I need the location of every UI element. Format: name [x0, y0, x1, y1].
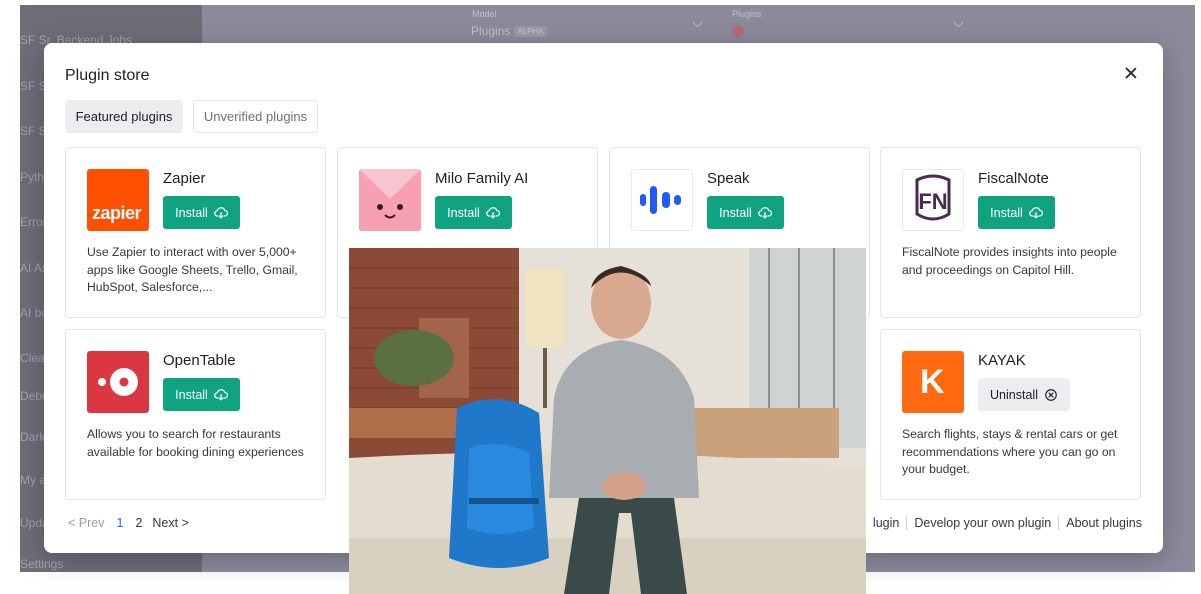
develop-plugin-link[interactable]: Develop your own plugin — [914, 516, 1051, 530]
fiscalnote-logo-icon: FN — [902, 169, 964, 231]
about-plugins-link[interactable]: About plugins — [1066, 516, 1142, 530]
cloud-download-icon — [213, 206, 228, 218]
cloud-download-icon — [213, 388, 228, 400]
plugin-name: Speak — [707, 170, 750, 187]
screenshot-stage: SF Sr. Backend Jobs SF St... SF St... Py… — [0, 0, 1201, 594]
tab-featured-plugins[interactable]: Featured plugins — [65, 100, 183, 133]
plugin-card-opentable: OpenTable Install Allows you to search f… — [65, 329, 326, 500]
divider — [1058, 516, 1060, 530]
uninstall-button[interactable]: Uninstall — [978, 378, 1070, 411]
plugin-description: Use Zapier to interact with over 5,000+ … — [87, 245, 298, 295]
sidebar-item-settings[interactable]: Settings — [20, 557, 63, 571]
plugin-description: Search flights, stays & rental cars or g… — [902, 427, 1118, 477]
kayak-logo-icon: K — [902, 351, 964, 413]
pagination: < Prev 1 2 Next > — [68, 516, 189, 530]
person-photo-illustration — [349, 248, 866, 594]
plugin-card-zapier: zapier Zapier Install Use Zapier to inte… — [65, 147, 326, 318]
plugins-label: Plugins — [732, 9, 762, 19]
chevron-down-icon — [953, 17, 964, 28]
install-button[interactable]: Install — [978, 196, 1055, 229]
plugin-name: Zapier — [163, 170, 206, 187]
plugin-name: KAYAK — [978, 352, 1026, 369]
model-value[interactable]: Plugins ALPHA — [471, 24, 547, 38]
install-button[interactable]: Install — [163, 378, 240, 411]
plugin-description: Allows you to search for restaurants ava… — [87, 427, 304, 459]
plugin-card-fiscalnote: FN FiscalNote Install FiscalNote provide… — [880, 147, 1141, 318]
speak-logo-icon — [631, 169, 693, 231]
alpha-badge: ALPHA — [514, 26, 547, 37]
install-button[interactable]: Install — [163, 196, 240, 229]
page-2-button[interactable]: 2 — [135, 516, 142, 530]
modal-title: Plugin store — [65, 67, 150, 84]
install-unverified-plugin-link[interactable]: lugin — [873, 516, 899, 530]
svg-text:FN: FN — [918, 189, 947, 214]
cloud-download-icon — [485, 206, 500, 218]
page-1-button[interactable]: 1 — [116, 516, 123, 530]
tab-unverified-plugins[interactable]: Unverified plugins — [193, 100, 318, 133]
opentable-logo-icon — [87, 351, 149, 413]
plugin-card-kayak: K KAYAK Uninstall Search flights, stays … — [880, 329, 1141, 500]
divider — [906, 516, 908, 530]
plugin-name: Milo Family AI — [435, 170, 529, 187]
footer-links: lugin Develop your own plugin About plug… — [873, 516, 1142, 530]
model-label: Model — [472, 9, 497, 19]
cloud-download-icon — [757, 206, 772, 218]
zapier-logo-icon: zapier — [87, 169, 149, 231]
milo-logo-icon — [359, 169, 421, 231]
plugin-name: OpenTable — [163, 352, 236, 369]
install-button[interactable]: Install — [435, 196, 512, 229]
plugin-name: FiscalNote — [978, 170, 1049, 187]
chevron-down-icon — [692, 17, 703, 28]
prev-page-button[interactable]: < Prev — [68, 516, 104, 530]
circle-x-icon — [1045, 388, 1057, 401]
plugin-indicator-icon — [732, 25, 744, 37]
overlay-photo — [349, 248, 866, 594]
close-icon[interactable] — [1121, 63, 1141, 83]
install-button[interactable]: Install — [707, 196, 784, 229]
next-page-button[interactable]: Next > — [152, 516, 188, 530]
plugin-description: FiscalNote provides insights into people… — [902, 245, 1117, 277]
cloud-download-icon — [1028, 206, 1043, 218]
